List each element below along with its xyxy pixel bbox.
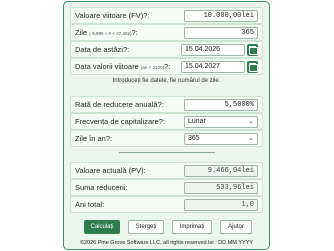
future-date-hint: (an < 2100) bbox=[140, 65, 165, 70]
today-date-label: Data de astăzi?: bbox=[75, 45, 130, 54]
compounding-select[interactable]: Lunar ⌄ bbox=[184, 116, 258, 128]
years-row: Ani total: 1,0 bbox=[70, 196, 263, 213]
discount-rate-input[interactable]: 5,5000% bbox=[184, 99, 258, 111]
calculate-button[interactable]: Calculați bbox=[84, 220, 120, 234]
present-value-label: Valoare actuală (PV): bbox=[75, 166, 146, 175]
clear-button[interactable]: Ștergeți bbox=[128, 220, 164, 234]
future-date-row: Data valorii viitoare (an < 2100)?: 15.0… bbox=[70, 58, 263, 75]
days-range-hint: (-9,999 < # < 47,482) bbox=[89, 31, 132, 36]
future-date-input[interactable]: 15.04.2027 bbox=[181, 61, 245, 73]
calendar-icon[interactable] bbox=[247, 61, 258, 73]
years-label: Ani total: bbox=[75, 200, 105, 209]
compounding-label: Frecvența de capitalizare?: bbox=[75, 117, 166, 126]
present-value-row: Valoare actuală (PV): 9.466,04lei bbox=[70, 162, 263, 179]
future-value-label: Valoare viitoare (FV)?: bbox=[75, 11, 150, 20]
discount-rate-label: Rată de reducere anuală?: bbox=[75, 100, 164, 109]
chevron-down-icon: ⌄ bbox=[248, 118, 254, 125]
calculator-panel: Valoare viitoare (FV)?: 10.000,00lei Zil… bbox=[63, 1, 270, 250]
future-date-label: Data valorii viitoare (an < 2100)?: bbox=[75, 62, 171, 71]
today-date-input[interactable]: 15.04.2026 bbox=[181, 44, 245, 56]
total-discount-label: Suma reducerii: bbox=[75, 183, 128, 192]
present-value-output: 9.466,04lei bbox=[184, 165, 258, 177]
years-output: 1,0 bbox=[184, 199, 258, 211]
help-button[interactable]: Ajutor bbox=[220, 220, 252, 234]
future-value-input[interactable]: 10.000,00lei bbox=[184, 10, 258, 22]
total-discount-output: 533,96lei bbox=[184, 182, 258, 194]
info-text: Introduceți fie datele, fie numărul de z… bbox=[112, 78, 221, 84]
total-discount-row: Suma reducerii: 533,96lei bbox=[70, 179, 263, 196]
discount-rate-row: Rată de reducere anuală?: 5,5000% bbox=[70, 96, 263, 113]
days-per-year-row: Zile în an?: 365 ⌄ bbox=[70, 130, 263, 147]
footer-text: ©2026 Pine Grove Software LLC, all right… bbox=[79, 240, 254, 246]
calendar-icon[interactable] bbox=[247, 44, 258, 56]
print-button[interactable]: Imprimați bbox=[172, 220, 212, 234]
days-per-year-label: Zile în an?: bbox=[75, 134, 113, 143]
chevron-down-icon: ⌄ bbox=[248, 135, 254, 142]
today-date-row: Data de astăzi?: 15.04.2026 bbox=[70, 41, 263, 58]
future-value-row: Valoare viitoare (FV)?: 10.000,00lei bbox=[70, 7, 263, 24]
days-row: Zile (-9,999 < # < 47,482)?: 365 bbox=[70, 24, 263, 41]
days-input[interactable]: 365 bbox=[184, 27, 258, 39]
divider bbox=[119, 152, 215, 153]
compounding-row: Frecvența de capitalizare?: Lunar ⌄ bbox=[70, 113, 263, 130]
days-label: Zile (-9,999 < # < 47,482)?: bbox=[75, 28, 138, 37]
days-per-year-select[interactable]: 365 ⌄ bbox=[184, 133, 258, 145]
